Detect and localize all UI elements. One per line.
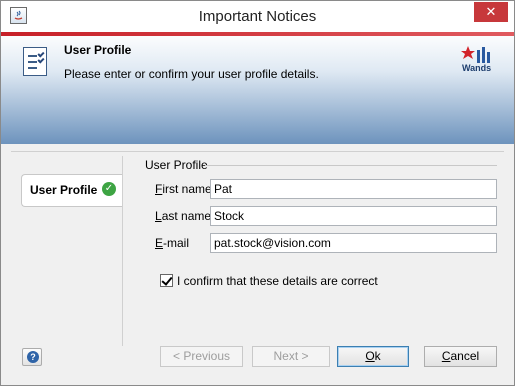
first-name-label: First name	[155, 182, 212, 196]
confirm-checkbox[interactable]	[160, 274, 173, 287]
separator	[11, 151, 504, 152]
dialog-window: Important Notices ✕ User Profile Please …	[0, 0, 515, 386]
ok-button[interactable]: Ok	[337, 346, 409, 367]
close-icon: ✕	[485, 4, 497, 19]
window-title: Important Notices	[198, 8, 317, 25]
brand-name: Wands	[462, 63, 492, 73]
header-banner: User Profile Please enter or confirm you…	[1, 32, 514, 144]
next-button[interactable]: Next >	[252, 346, 330, 367]
header-subtitle: Please enter or confirm your user profil…	[64, 67, 319, 81]
help-button[interactable]: ?	[22, 348, 42, 366]
header-title: User Profile	[64, 43, 132, 57]
email-field[interactable]	[210, 233, 497, 253]
checklist-document-icon	[23, 47, 47, 76]
sidebar-item-label: User Profile	[30, 183, 98, 197]
cancel-button[interactable]: Cancel	[424, 346, 497, 367]
previous-button[interactable]: < Previous	[160, 346, 243, 367]
sidebar-item-user-profile[interactable]: User Profile ✓	[21, 174, 123, 207]
wands-logo-icon	[461, 46, 490, 63]
last-name-field[interactable]	[210, 206, 497, 226]
help-icon: ?	[27, 351, 39, 363]
last-name-label: Last name	[155, 209, 212, 223]
banner-accent-line	[1, 32, 514, 36]
close-button[interactable]: ✕	[474, 2, 508, 22]
confirm-checkbox-label[interactable]: I confirm that these details are correct	[177, 274, 378, 288]
email-label: E-mail	[155, 236, 190, 250]
first-name-field[interactable]	[210, 179, 497, 199]
form-group-label: User Profile	[145, 158, 208, 172]
check-circle-icon: ✓	[102, 182, 116, 196]
title-bar[interactable]: Important Notices ✕	[1, 1, 514, 32]
brand-logo: Wands	[460, 44, 496, 76]
form-group-rule	[205, 165, 497, 166]
sidebar-divider	[122, 156, 123, 346]
